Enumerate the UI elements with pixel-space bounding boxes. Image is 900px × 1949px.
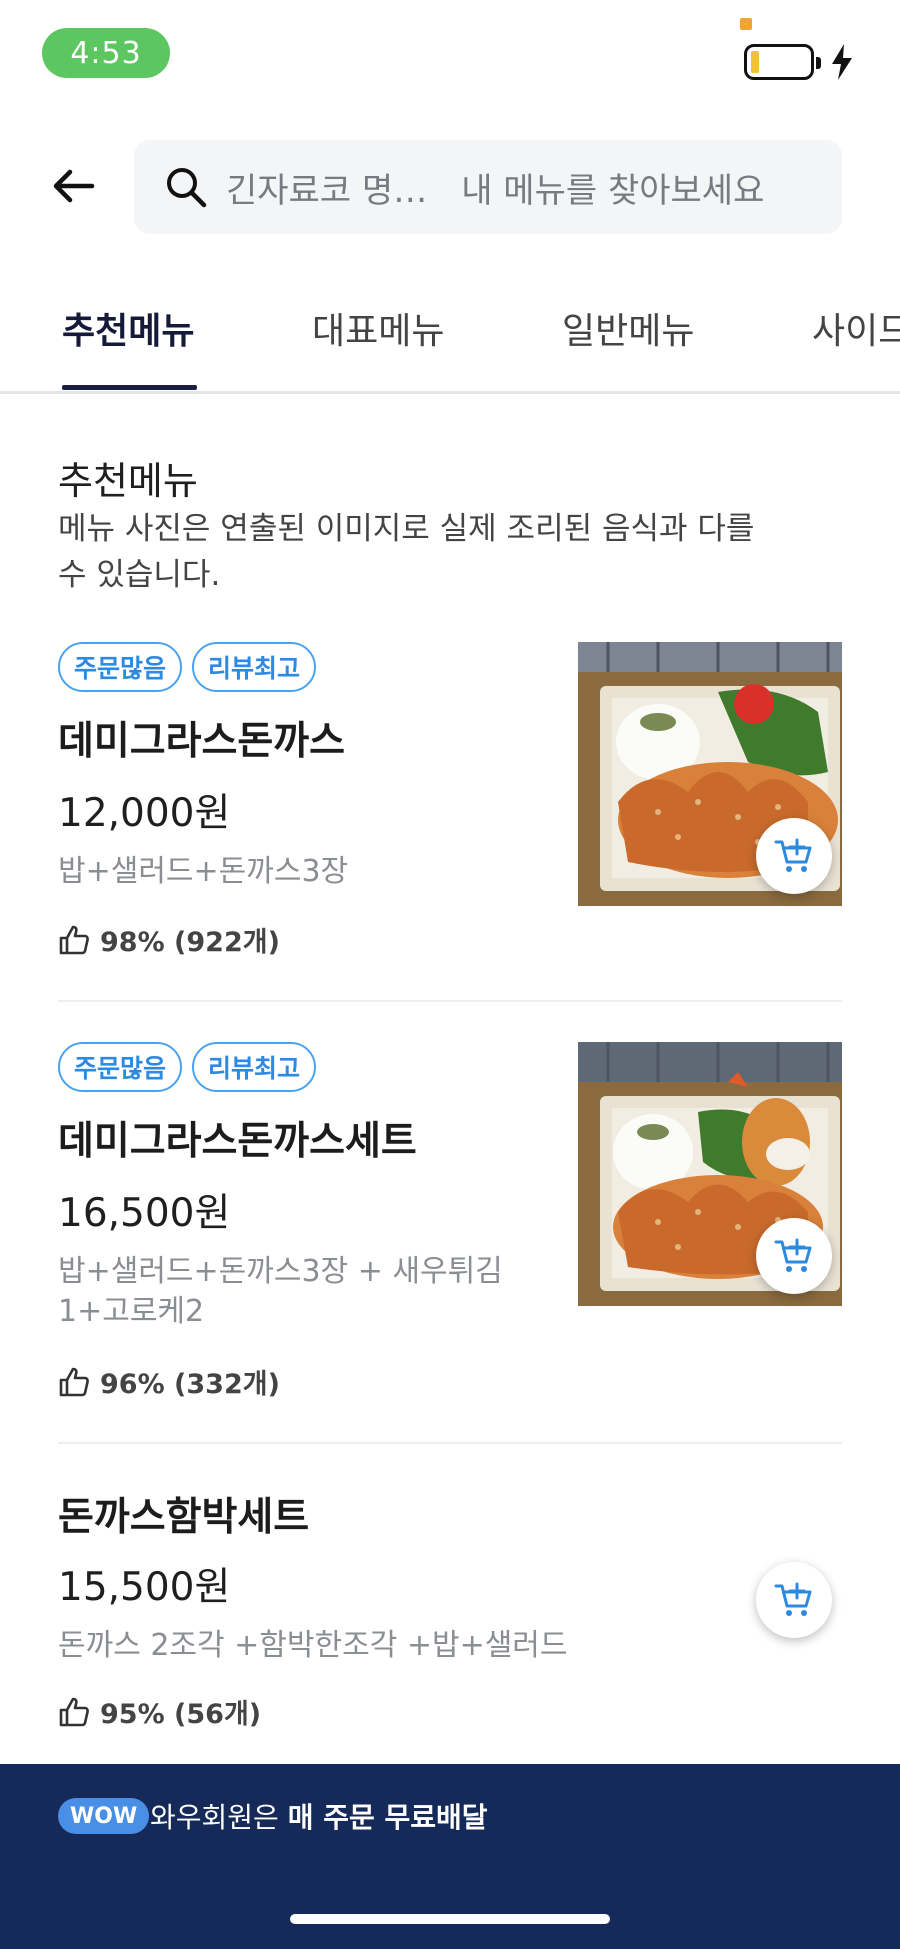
privacy-indicator	[740, 18, 752, 30]
search-icon	[167, 168, 207, 208]
status-time: 4:53	[42, 28, 170, 78]
item-name: 데미그라스돈까스	[58, 719, 346, 764]
item-rating: 95% (56개)	[58, 1692, 261, 1731]
search-store-name: 긴자료코 명…	[226, 170, 428, 211]
thumbs-up-icon	[59, 1367, 89, 1396]
home-indicator	[290, 1914, 610, 1924]
thumbs-up-icon	[59, 925, 89, 954]
item-divider	[58, 1442, 842, 1444]
item-rating-text: 98% (922개)	[100, 927, 280, 958]
menu-item[interactable]: 돈까스함박세트 15,500원 돈까스 2조각 +함박한조각 +밥+샐러드 95…	[58, 1476, 842, 1736]
search-input[interactable]: 긴자료코 명… 내 메뉴를 찾아보세요	[134, 140, 842, 234]
add-to-cart-button[interactable]	[756, 1218, 832, 1294]
battery-icon	[744, 44, 821, 80]
back-button[interactable]	[50, 162, 98, 210]
add-to-cart-button[interactable]	[756, 818, 832, 894]
badge-popular: 주문많음	[58, 642, 183, 692]
item-divider	[58, 1000, 842, 1002]
item-rating-text: 96% (332개)	[100, 1369, 280, 1400]
item-photo-demi-glace-tonkatsu-set[interactable]	[578, 1042, 842, 1306]
item-price: 12,000원	[58, 791, 231, 836]
item-price: 15,500원	[58, 1565, 231, 1610]
badge-top-review: 리뷰최고	[192, 1042, 317, 1092]
back-arrow-icon	[53, 169, 95, 203]
tab-regular[interactable]: 일반메뉴	[562, 302, 694, 354]
item-description: 밥+샐러드+돈까스3장	[58, 854, 349, 889]
wow-badge: WOW	[58, 1798, 150, 1834]
tab-recommended[interactable]: 추천메뉴	[62, 302, 194, 354]
wow-text-plain: 와우회원은	[150, 1801, 288, 1834]
status-bar: 4:53	[0, 0, 900, 100]
tab-side[interactable]: 사이드	[812, 302, 900, 354]
wow-membership-banner[interactable]: WOW 와우회원은 매 주문 무료배달	[0, 1764, 900, 1949]
wow-banner-text: 와우회원은 매 주문 무료배달	[150, 1796, 488, 1836]
section-description: 메뉴 사진은 연출된 이미지로 실제 조리된 음식과 다를 수 있습니다.	[58, 511, 755, 593]
add-cart-icon	[774, 1582, 812, 1616]
item-photo-demi-glace-tonkatsu[interactable]	[578, 642, 842, 906]
item-name: 데미그라스돈까스세트	[58, 1119, 417, 1164]
item-rating: 96% (332개)	[58, 1362, 280, 1401]
item-name: 돈까스함박세트	[58, 1495, 310, 1540]
add-cart-icon	[774, 1238, 812, 1272]
add-to-cart-button[interactable]	[756, 1562, 832, 1638]
add-cart-icon	[774, 838, 812, 872]
menu-tabs: 추천메뉴 대표메뉴 일반메뉴 사이드	[0, 280, 900, 394]
badge-top-review: 리뷰최고	[192, 642, 317, 692]
item-rating: 98% (922개)	[58, 920, 280, 959]
wow-text-bold: 매 주문 무료배달	[287, 1801, 488, 1834]
badge-popular: 주문많음	[58, 1042, 183, 1092]
item-rating-text: 95% (56개)	[100, 1699, 262, 1730]
tab-signature[interactable]: 대표메뉴	[312, 302, 444, 354]
thumbs-up-icon	[59, 1697, 89, 1726]
item-price: 16,500원	[58, 1191, 231, 1236]
item-description: 밥+샐러드+돈까스3장 + 새우튀김1+고로케2	[58, 1254, 503, 1329]
search-placeholder: 내 메뉴를 찾아보세요	[461, 170, 765, 211]
section-title: 추천메뉴	[58, 459, 198, 503]
item-description: 돈까스 2조각 +함박한조각 +밥+샐러드	[58, 1628, 568, 1663]
charging-bolt-icon	[832, 44, 852, 80]
active-tab-indicator	[62, 385, 197, 390]
